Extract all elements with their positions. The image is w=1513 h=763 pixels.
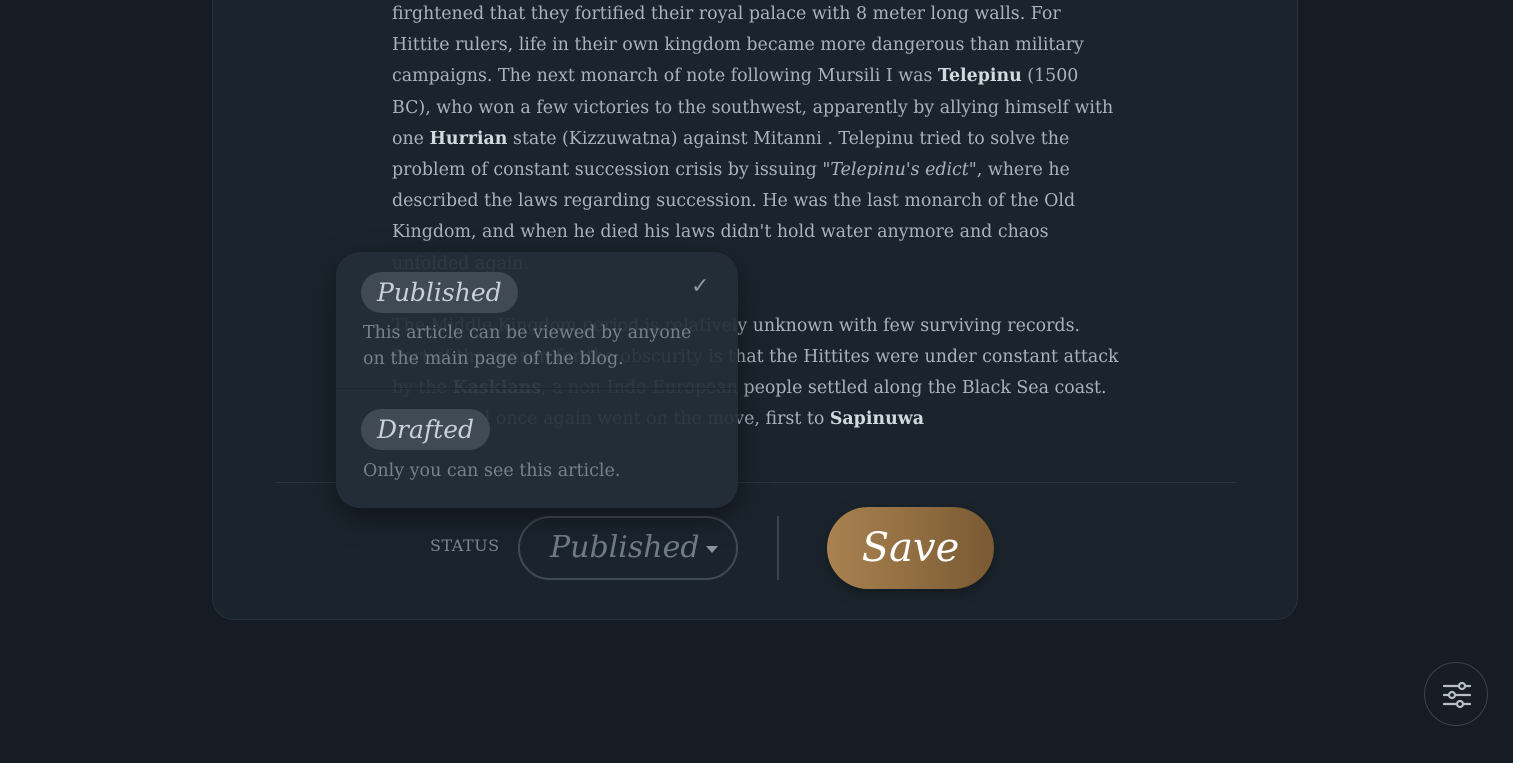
save-button[interactable]: Save [827,507,994,589]
article-paragraph: firghtened that they fortified their roy… [392,0,1122,280]
status-label: STATUS [430,536,500,555]
emphasis-term: Hurrian [429,128,508,149]
vertical-divider [777,516,779,580]
status-option-description: Only you can see this article. [363,461,621,481]
settings-button[interactable] [1424,662,1488,726]
status-select[interactable]: Published [518,516,738,580]
check-icon: ✓ [691,274,710,299]
status-option-label: Published [361,272,518,313]
italic-title: Telepinu's edict [830,160,969,181]
status-dropdown-menu: Published ✓ This article can be viewed b… [336,252,738,508]
emphasis-term: Sapinuwa [829,409,924,430]
sliders-icon [1442,681,1472,709]
status-option-drafted[interactable]: Drafted Only you can see this article. [336,389,738,508]
status-option-label: Drafted [361,409,490,450]
status-select-value: Published [550,530,700,565]
emphasis-term: Telepinu [938,66,1022,87]
status-option-published[interactable]: Published ✓ This article can be viewed b… [336,252,738,389]
caret-down-icon [706,546,718,553]
status-option-description: This article can be viewed by anyone on … [363,323,692,369]
